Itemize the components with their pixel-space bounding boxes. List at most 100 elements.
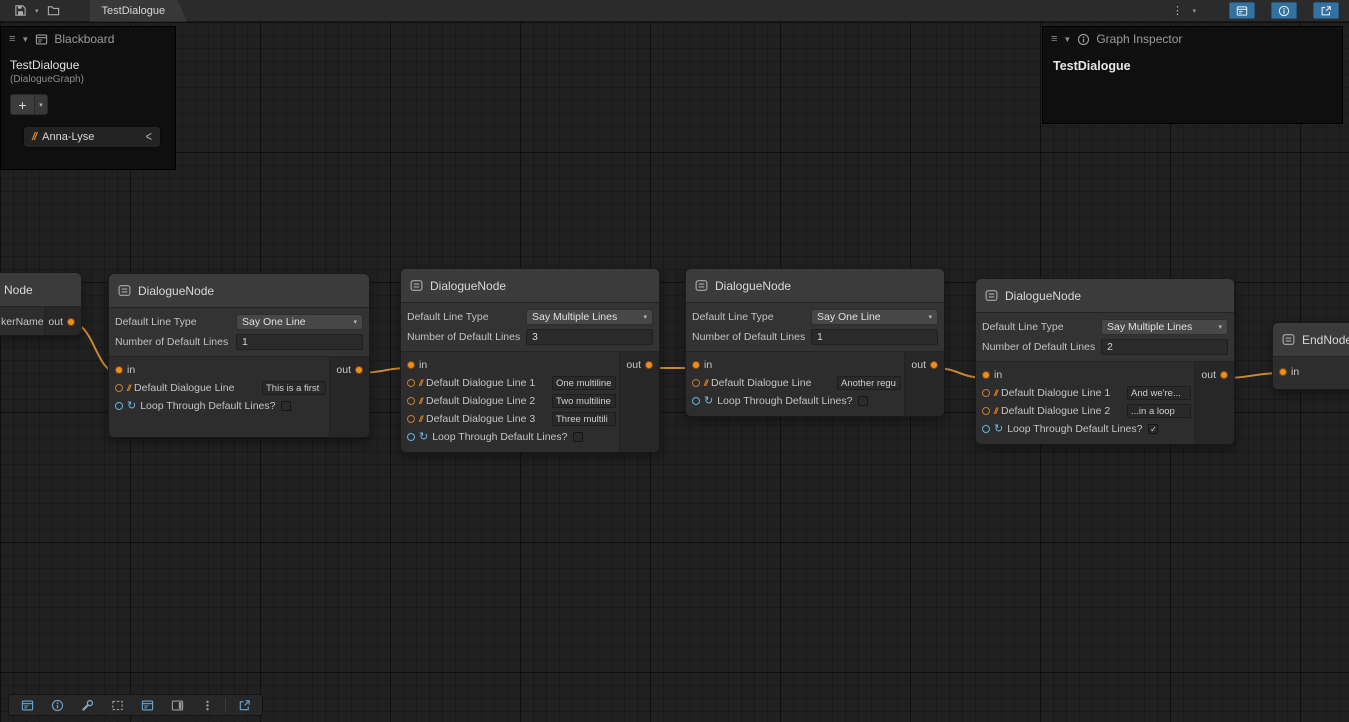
in-port-label: in: [994, 369, 1002, 381]
exec-out-port[interactable]: [930, 361, 938, 369]
blackboard-header[interactable]: ≡ ▼ Blackboard: [1, 27, 175, 51]
dialogue-node-1[interactable]: DialogueNode Default Line Type Say One L…: [108, 273, 370, 438]
loop-checkbox[interactable]: [573, 432, 583, 442]
dialogue-node-2[interactable]: DialogueNode Default Line Type Say Multi…: [400, 268, 660, 453]
speaker-name-label: kerName: [1, 316, 44, 328]
exec-in-port[interactable]: [1279, 368, 1287, 376]
num-lines-field[interactable]: [526, 329, 653, 345]
string-port[interactable]: [407, 415, 415, 423]
chevron-down-icon: ▾: [928, 313, 932, 321]
save-dropdown-arrow[interactable]: ▾: [35, 7, 39, 15]
string-port[interactable]: [407, 397, 415, 405]
exec-out-port[interactable]: [1220, 371, 1228, 379]
string-port[interactable]: [407, 379, 415, 387]
blackboard-variable-anna-lyse[interactable]: // Anna-Lyse <: [23, 126, 161, 148]
panel-right-button[interactable]: [162, 695, 192, 715]
string-port[interactable]: [982, 389, 990, 397]
dropdown-value: Say One Line: [242, 316, 306, 328]
chevron-left-icon[interactable]: <: [146, 130, 152, 145]
kebab-icon: ⋮: [1172, 4, 1183, 17]
loop-checkbox[interactable]: ✓: [1148, 424, 1158, 434]
wrench-button[interactable]: [72, 695, 102, 715]
folder-button[interactable]: [44, 2, 64, 20]
bool-port[interactable]: [115, 402, 123, 410]
dialogue-line-field[interactable]: [837, 376, 901, 390]
open-window-button[interactable]: [1313, 2, 1339, 19]
exec-in-port[interactable]: [982, 371, 990, 379]
exec-in-port[interactable]: [115, 366, 123, 374]
exec-out-port[interactable]: [645, 361, 653, 369]
blackboard-icon: [1236, 5, 1248, 17]
graph-inspector-panel[interactable]: ≡ ▼ Graph Inspector TestDialogue: [1042, 26, 1343, 124]
external-window-button[interactable]: [229, 695, 259, 715]
exec-out-port[interactable]: [355, 366, 363, 374]
wrench-icon: [81, 699, 94, 712]
save-button[interactable]: [10, 2, 30, 20]
blackboard-panel[interactable]: ≡ ▼ Blackboard TestDialogue (DialogueGra…: [0, 26, 176, 170]
exec-in-port[interactable]: [407, 361, 415, 369]
exec-in-port[interactable]: [692, 361, 700, 369]
graph-inspector-header[interactable]: ≡ ▼ Graph Inspector: [1043, 27, 1342, 51]
loop-checkbox[interactable]: [858, 396, 868, 406]
line-type-dropdown[interactable]: Say Multiple Lines ▾: [1101, 319, 1228, 335]
dialogue-line-field[interactable]: [552, 376, 616, 390]
toolbar-dropdown-arrow[interactable]: ▾: [1192, 7, 1196, 15]
quote-icon: //: [419, 396, 422, 406]
num-lines-field[interactable]: [236, 334, 363, 350]
dialogue-line-label: Default Dialogue Line 3: [426, 413, 535, 425]
minimap-button[interactable]: [132, 695, 162, 715]
quote-icon: //: [994, 388, 997, 398]
dialogue-line-field[interactable]: [552, 412, 616, 426]
collapse-arrow-icon[interactable]: ▼: [21, 35, 29, 44]
kebab-menu-button[interactable]: [192, 695, 222, 715]
blackboard-icon: [35, 33, 48, 46]
dialogue-line-field[interactable]: [1127, 404, 1191, 418]
line-type-dropdown[interactable]: Say One Line ▾: [811, 309, 938, 325]
dialogue-node-4[interactable]: DialogueNode Default Line Type Say Multi…: [975, 278, 1235, 445]
bool-port[interactable]: [982, 425, 990, 433]
frame-button[interactable]: [102, 695, 132, 715]
node-title-bar[interactable]: DialogueNode: [686, 269, 944, 303]
bool-port[interactable]: [692, 397, 700, 405]
dialogue-node-3[interactable]: DialogueNode Default Line Type Say One L…: [685, 268, 945, 417]
line-type-dropdown[interactable]: Say One Line ▾: [236, 314, 363, 330]
node-title-bar[interactable]: DialogueNode: [401, 269, 659, 303]
node-title-bar[interactable]: DialogueNode: [976, 279, 1234, 313]
node-title-bar[interactable]: EndNode: [1273, 323, 1349, 357]
node-title-bar[interactable]: DialogueNode: [109, 274, 369, 308]
string-port[interactable]: [692, 379, 700, 387]
blackboard-button[interactable]: [12, 695, 42, 715]
num-lines-field[interactable]: [811, 329, 938, 345]
add-variable-button[interactable]: +: [10, 94, 35, 115]
left-partial-node[interactable]: Node kerName out: [0, 272, 82, 336]
string-port[interactable]: [982, 407, 990, 415]
blackboard-toggle-button[interactable]: [1229, 2, 1255, 19]
collapse-arrow-icon[interactable]: ▼: [1063, 35, 1071, 44]
tab-testdialogue[interactable]: TestDialogue: [90, 0, 188, 22]
node-title-label: DialogueNode: [1005, 289, 1081, 303]
line-type-label: Default Line Type: [692, 311, 811, 323]
bool-port[interactable]: [407, 433, 415, 441]
line-type-dropdown[interactable]: Say Multiple Lines ▾: [526, 309, 653, 325]
add-variable-dropdown-arrow[interactable]: ▾: [35, 94, 48, 115]
exec-out-port[interactable]: [67, 318, 75, 326]
drag-handle-icon[interactable]: ≡: [9, 33, 15, 45]
loop-checkbox[interactable]: [281, 401, 291, 411]
dialogue-line-field[interactable]: [262, 381, 326, 395]
drag-handle-icon[interactable]: ≡: [1051, 33, 1057, 45]
string-port[interactable]: [115, 384, 123, 392]
dialogue-line-label: Default Dialogue Line 2: [1001, 405, 1110, 417]
node-title-label: Node: [4, 283, 33, 297]
quote-icon: //: [419, 414, 422, 424]
dialogue-line-field[interactable]: [1127, 386, 1191, 400]
inspector-toggle-button[interactable]: [1271, 2, 1297, 19]
quote-icon: //: [704, 378, 707, 388]
inspector-button[interactable]: [42, 695, 72, 715]
end-node[interactable]: EndNode in: [1272, 322, 1349, 390]
tab-label: TestDialogue: [102, 5, 166, 17]
input-ports: in // Default Dialogue Line ↻ Loop Throu…: [109, 357, 329, 437]
node-title-bar[interactable]: Node: [0, 273, 81, 307]
dialogue-line-field[interactable]: [552, 394, 616, 408]
num-lines-field[interactable]: [1101, 339, 1228, 355]
kebab-menu-button[interactable]: ⋮: [1167, 2, 1187, 20]
